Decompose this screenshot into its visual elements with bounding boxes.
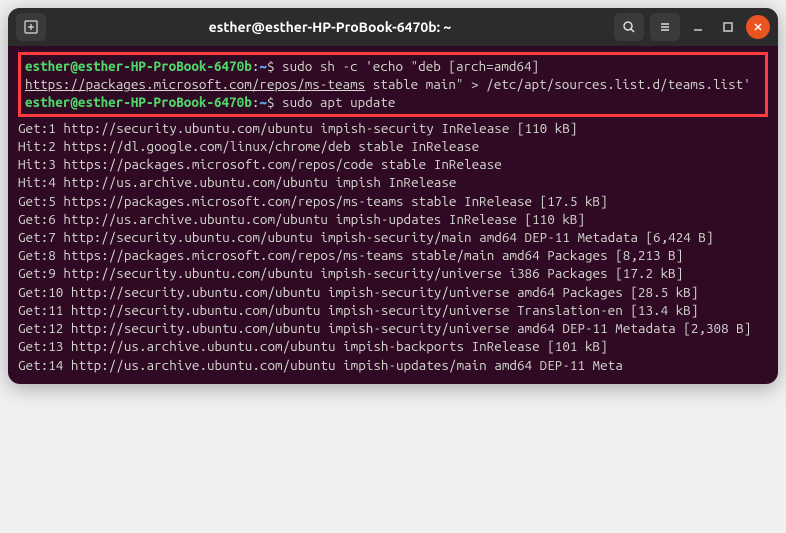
maximize-button[interactable] xyxy=(716,15,740,39)
output-line: Get:6 http://us.archive.ubuntu.com/ubunt… xyxy=(18,210,768,228)
output-line: Get:10 http://security.ubuntu.com/ubuntu… xyxy=(18,283,768,301)
titlebar: esther@esther-HP-ProBook-6470b: ~ xyxy=(8,8,778,46)
prompt-line-2: esther@esther-HP-ProBook-6470b:~$ sudo a… xyxy=(25,93,761,111)
prompt-line-1: esther@esther-HP-ProBook-6470b:~$ sudo s… xyxy=(25,57,761,93)
search-button[interactable] xyxy=(614,13,644,41)
command-1-pre: sudo sh -c 'echo "deb [arch=amd64] xyxy=(275,58,540,74)
output-line: Get:9 http://security.ubuntu.com/ubuntu … xyxy=(18,264,768,282)
terminal-body[interactable]: esther@esther-HP-ProBook-6470b:~$ sudo s… xyxy=(8,46,778,384)
output-line: Get:12 http://security.ubuntu.com/ubuntu… xyxy=(18,319,768,337)
prompt-sep2: $ xyxy=(267,94,275,110)
prompt-path: ~ xyxy=(259,58,267,74)
output-line: Hit:3 https://packages.microsoft.com/rep… xyxy=(18,155,768,173)
window-title: esther@esther-HP-ProBook-6470b: ~ xyxy=(52,19,608,35)
output-line: Get:11 http://security.ubuntu.com/ubuntu… xyxy=(18,301,768,319)
terminal-window: esther@esther-HP-ProBook-6470b: ~ esther… xyxy=(8,8,778,384)
titlebar-right xyxy=(614,13,770,41)
output-line: Get:1 http://security.ubuntu.com/ubuntu … xyxy=(18,119,768,137)
close-button[interactable] xyxy=(746,15,770,39)
output-line: Get:7 http://security.ubuntu.com/ubuntu … xyxy=(18,228,768,246)
output-line: Hit:4 http://us.archive.ubuntu.com/ubunt… xyxy=(18,173,768,191)
minimize-button[interactable] xyxy=(686,15,710,39)
output-line: Hit:2 https://dl.google.com/linux/chrome… xyxy=(18,137,768,155)
command-1-post: stable main" > /etc/apt/sources.list.d/t… xyxy=(365,76,751,92)
output-line: Get:8 https://packages.microsoft.com/rep… xyxy=(18,246,768,264)
prompt-user: esther@esther-HP-ProBook-6470b xyxy=(25,94,252,110)
command-2: sudo apt update xyxy=(275,94,396,110)
output-line: Get:13 http://us.archive.ubuntu.com/ubun… xyxy=(18,337,768,355)
prompt-user: esther@esther-HP-ProBook-6470b xyxy=(25,58,252,74)
output-line: Get:14 http://us.archive.ubuntu.com/ubun… xyxy=(18,356,768,374)
highlight-box: esther@esther-HP-ProBook-6470b:~$ sudo s… xyxy=(18,52,768,117)
prompt-sep2: $ xyxy=(267,58,275,74)
command-1-url: https://packages.microsoft.com/repos/ms-… xyxy=(25,76,365,92)
output-line: Get:5 https://packages.microsoft.com/rep… xyxy=(18,192,768,210)
menu-button[interactable] xyxy=(650,13,680,41)
new-tab-button[interactable] xyxy=(16,13,46,41)
prompt-path: ~ xyxy=(259,94,267,110)
